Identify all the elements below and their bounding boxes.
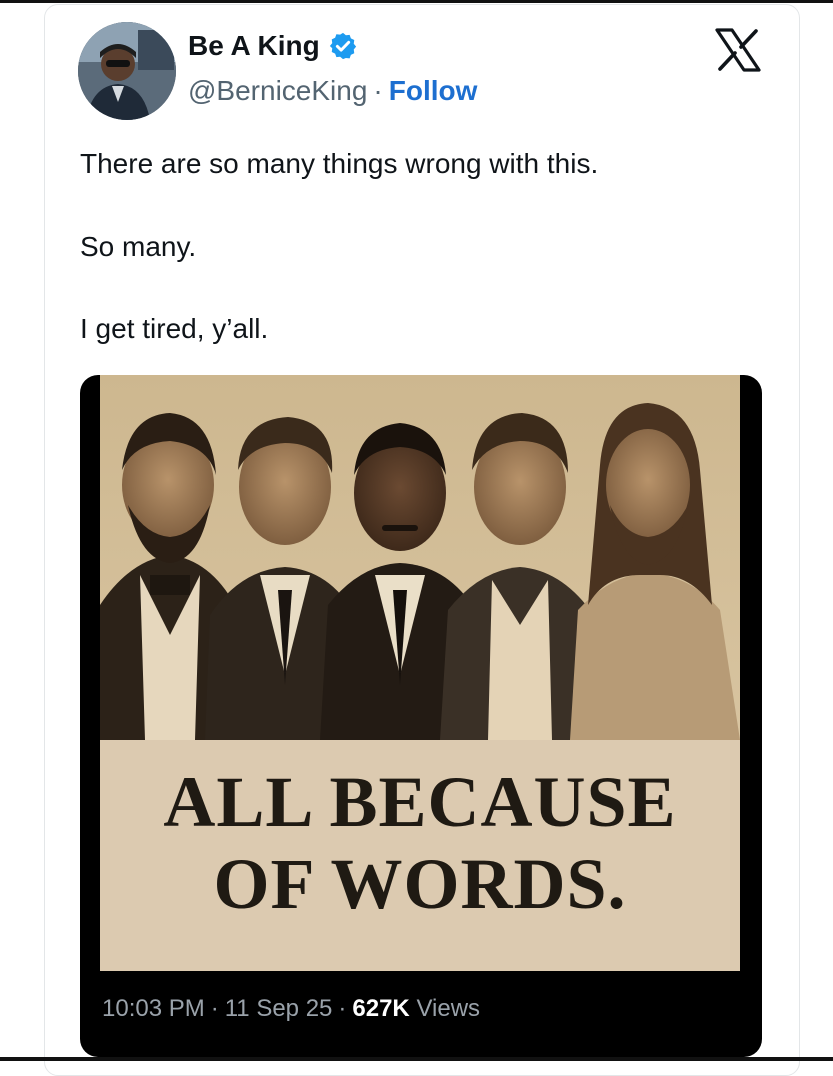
tweet-text-line-2: So many. (80, 231, 197, 262)
avatar-image (78, 22, 176, 120)
verified-badge-icon (329, 32, 356, 60)
tweet-meta-row: 10:03 PM · 11 Sep 25 · 627K Views (102, 995, 480, 1023)
tweet-time[interactable]: 10:03 PM (102, 995, 205, 1022)
views-label: Views (416, 995, 481, 1022)
follow-button[interactable]: Follow (389, 75, 478, 106)
x-logo-icon[interactable] (714, 28, 762, 72)
author-name-row[interactable]: Be A King (188, 30, 358, 62)
screenshot-frame: Be A King @BerniceKing · Follow There are … (0, 0, 833, 1076)
author-display-name[interactable]: Be A King (188, 30, 320, 62)
author-avatar[interactable] (78, 22, 176, 120)
tweet-media[interactable]: ALL BECAUSE OF WORDS. 10:03 PM · 11 Sep 25… (80, 375, 762, 1057)
author-handle-row: @BerniceKing · Follow (188, 75, 477, 107)
top-border (0, 0, 833, 3)
tweet-date[interactable]: 11 Sep 25 (225, 995, 333, 1022)
bottom-border (0, 1057, 833, 1061)
media-caption-line-2: OF WORDS. (213, 844, 627, 924)
media-caption-line-1: ALL BECAUSE (163, 762, 677, 842)
handle-separator: · (373, 75, 383, 106)
tweet-text-line-3: I get tired, y’all. (80, 313, 269, 344)
views-count: 627K (352, 995, 410, 1022)
author-handle[interactable]: @BerniceKing (188, 75, 367, 106)
media-image: ALL BECAUSE OF WORDS. (100, 375, 740, 971)
meta-separator-2: · (338, 995, 347, 1022)
meta-separator-1: · (210, 995, 219, 1022)
tweet-text-line-1: There are so many things wrong with this… (80, 148, 599, 179)
